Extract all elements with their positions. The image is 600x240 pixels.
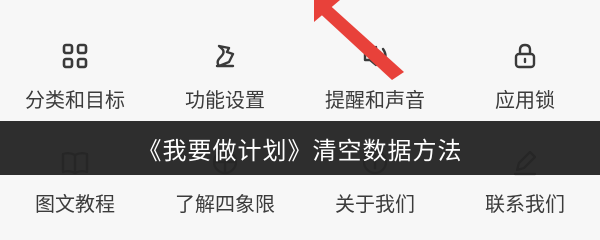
menu-item-label: 关于我们 [335, 192, 415, 216]
banner-title: 《我要做计划》清空数据方法 [137, 136, 463, 165]
feature-settings-icon [215, 44, 235, 68]
menu-item-label: 提醒和声音 [325, 88, 425, 112]
menu-item-label: 分类和目标 [25, 88, 125, 112]
menu-item-label: 联系我们 [485, 192, 565, 216]
lock-icon [514, 43, 536, 69]
annotation-arrow-icon [314, 0, 404, 80]
title-banner: 《我要做计划》清空数据方法 [0, 121, 600, 175]
menu-item-label: 图文教程 [35, 192, 115, 216]
menu-item-label: 功能设置 [185, 88, 265, 112]
grid-icon [62, 43, 88, 69]
menu-item-label: 了解四象限 [175, 192, 275, 216]
menu-item-label: 应用锁 [495, 88, 555, 112]
